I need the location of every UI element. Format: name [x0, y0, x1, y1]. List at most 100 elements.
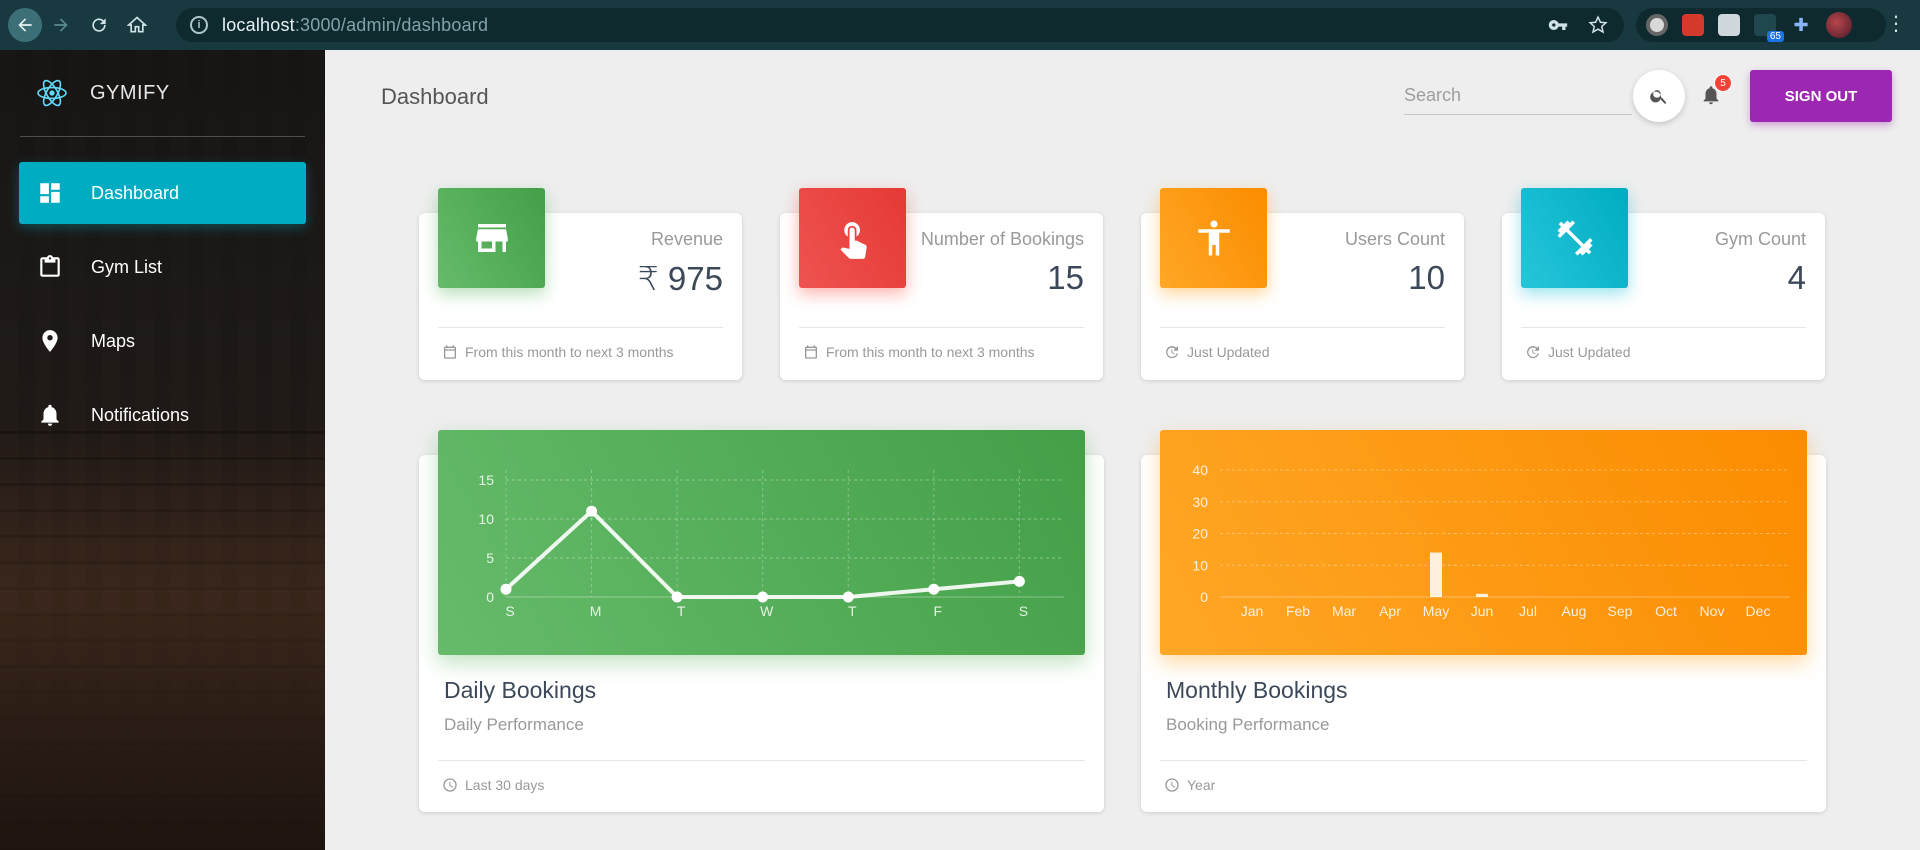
stat-card-revenue: Revenue ₹ 975 From this month to next 3 …: [419, 188, 742, 380]
y-tick-label: 10: [1192, 557, 1208, 573]
calendar-icon: [805, 345, 817, 359]
profile-avatar[interactable]: [1826, 12, 1852, 38]
puzzle-piece-icon[interactable]: ✚: [1790, 14, 1812, 36]
react-logo-icon: [37, 79, 67, 107]
forward-arrow-icon[interactable]: [42, 6, 80, 44]
data-point: [928, 583, 940, 595]
stat-icon-box: [799, 188, 906, 288]
logo-text: GYMIFY: [90, 81, 170, 104]
reload-icon[interactable]: [80, 6, 118, 44]
stat-icon-box: [1160, 188, 1267, 288]
stat-divider: [1160, 327, 1445, 328]
x-tick-label: Jun: [1471, 603, 1494, 619]
sidebar-item-dashboard[interactable]: Dashboard: [19, 162, 306, 224]
sidebar: GYMIFY Dashboard Gym List Maps Notificat…: [0, 50, 325, 850]
chart-footer: Last 30 days: [442, 777, 544, 793]
key-icon[interactable]: [1548, 15, 1568, 40]
data-point: [757, 591, 769, 603]
dashboard-icon: [40, 183, 60, 203]
chart-footer-text: Year: [1187, 777, 1216, 793]
bookmark-star-icon[interactable]: [1588, 15, 1608, 40]
monthly-bookings-chart: 0 10 20 30 40 Jan Feb Mar Apr May Jun Jul Aug Sep Oct N…: [1160, 430, 1807, 655]
extension-counter-icon[interactable]: 65: [1754, 14, 1784, 42]
y-tick-label: 30: [1192, 494, 1208, 510]
sign-out-button[interactable]: SIGN OUT: [1750, 70, 1892, 122]
sidebar-item-notifications[interactable]: Notifications: [19, 384, 306, 446]
x-tick-label: Aug: [1562, 603, 1587, 619]
extension-record-icon[interactable]: [1646, 14, 1668, 36]
back-arrow-icon[interactable]: [8, 8, 42, 42]
fitness-icon: [1557, 220, 1592, 256]
search-button[interactable]: [1633, 70, 1685, 122]
search-icon: [1650, 90, 1667, 104]
x-tick-label: T: [848, 603, 857, 619]
x-tick-label: Apr: [1379, 603, 1401, 619]
browser-toolbar: i localhost:3000/admin/dashboard 65 ✚ ⋮: [0, 0, 1920, 50]
store-icon: [475, 224, 508, 252]
logo[interactable]: GYMIFY: [0, 50, 305, 136]
x-tick-label: F: [934, 603, 943, 619]
home-icon[interactable]: [118, 6, 156, 44]
page-title: Dashboard: [381, 84, 489, 109]
stat-footer: From this month to next 3 months: [803, 344, 1035, 360]
calendar-icon: [444, 345, 456, 359]
chart-title: Monthly Bookings: [1166, 677, 1348, 703]
browser-menu-icon[interactable]: ⋮: [1886, 14, 1906, 34]
clock-icon: [443, 778, 457, 792]
data-point: [1013, 575, 1025, 587]
stat-value: 4: [1787, 259, 1806, 296]
site-info-icon[interactable]: i: [190, 16, 208, 34]
extension-red-icon[interactable]: [1682, 14, 1704, 36]
search-input[interactable]: [1404, 76, 1632, 114]
chart-card-monthly-bookings: 0 10 20 30 40 Jan Feb Mar Apr May Jun Jul Aug Sep Oct N…: [1141, 430, 1826, 812]
location-pin-icon: [42, 330, 58, 352]
search-field: [1404, 76, 1632, 115]
x-tick-label: Jul: [1519, 603, 1537, 619]
x-tick-label: Feb: [1286, 603, 1310, 619]
extension-gray-icon[interactable]: [1718, 14, 1740, 36]
stat-card-bookings: Number of Bookings 15 From this month to…: [780, 188, 1103, 380]
sidebar-item-label: Notifications: [91, 404, 190, 425]
x-tick-label: T: [677, 603, 686, 619]
stat-card-users: Users Count 10 Just Updated: [1141, 188, 1464, 380]
y-tick-label: 10: [478, 511, 494, 527]
data-point: [586, 505, 598, 517]
stat-footer-text: Just Updated: [1548, 344, 1631, 360]
address-bar[interactable]: i localhost:3000/admin/dashboard: [176, 8, 1624, 42]
sidebar-item-maps[interactable]: Maps: [19, 310, 306, 372]
stat-divider: [438, 327, 723, 328]
sidebar-item-label: Maps: [91, 330, 136, 351]
stat-label: Users Count: [1344, 229, 1445, 249]
stat-label: Revenue: [650, 229, 723, 249]
chart-footer-text: Last 30 days: [465, 777, 545, 793]
stat-footer: Just Updated: [1525, 344, 1631, 360]
x-tick-label: S: [505, 603, 514, 619]
chart-subtitle: Daily Performance: [444, 715, 584, 734]
daily-bookings-chart: 0 5 10 15 S M T W T F S: [438, 430, 1085, 655]
sidebar-nav: Dashboard Gym List Maps Notifications: [19, 162, 306, 458]
stat-label: Gym Count: [1714, 229, 1806, 249]
stat-footer-text: From this month to next 3 months: [826, 344, 1035, 360]
sidebar-divider: [20, 136, 305, 137]
stat-value: ₹ 975: [637, 260, 723, 297]
stat-label: Number of Bookings: [920, 229, 1084, 249]
stat-icon-box: [1521, 188, 1628, 288]
stat-divider: [799, 327, 1084, 328]
y-tick-label: 5: [486, 550, 494, 566]
x-tick-label: May: [1423, 603, 1449, 619]
sidebar-item-gym-list[interactable]: Gym List: [19, 236, 306, 298]
chart-title: Daily Bookings: [444, 677, 597, 703]
extensions-area: 65 ✚: [1636, 8, 1886, 42]
url-text[interactable]: localhost:3000/admin/dashboard: [222, 15, 488, 36]
bar: [1430, 552, 1442, 597]
accessibility-icon: [1197, 220, 1230, 256]
x-tick-label: Nov: [1700, 603, 1725, 619]
stat-value: 15: [1047, 259, 1084, 296]
stat-icon-box: [438, 188, 545, 288]
chart-subtitle: Booking Performance: [1166, 715, 1330, 734]
extension-badge: 65: [1766, 31, 1784, 42]
x-tick-label: M: [590, 603, 602, 619]
x-tick-label: Mar: [1332, 603, 1356, 619]
stat-footer: Just Updated: [1164, 344, 1270, 360]
daily-bookings-svg: 0 5 10 15 S M T W T F S: [478, 470, 1064, 619]
